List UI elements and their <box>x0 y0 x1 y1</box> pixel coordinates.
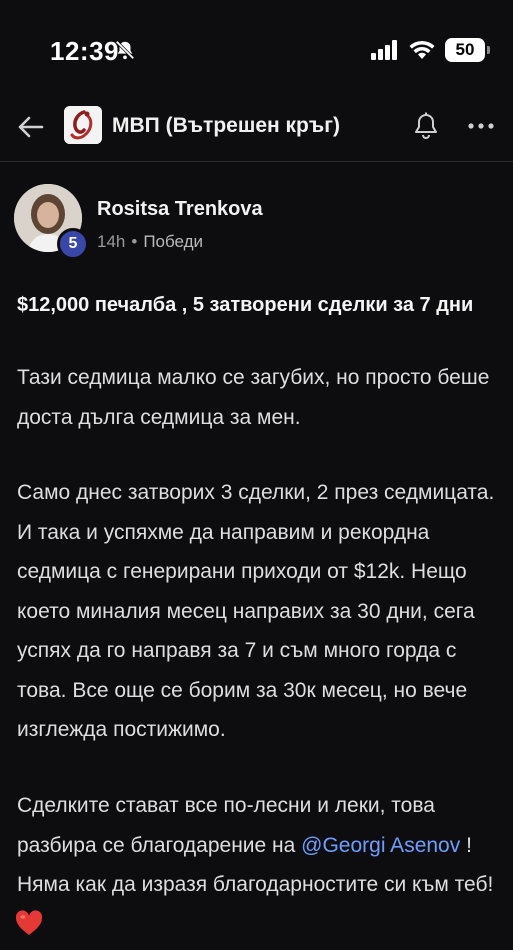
post-title: $12,000 печалба , 5 затворени сделки за … <box>17 294 474 316</box>
group-logo[interactable] <box>64 106 102 144</box>
status-bar: 12:39 50 <box>0 0 513 100</box>
status-time: 12:39 <box>50 36 119 66</box>
post-time: 14h <box>97 232 126 251</box>
meta-separator: • <box>131 232 138 251</box>
red-heart-icon <box>15 910 43 935</box>
more-options-button[interactable] <box>464 112 498 140</box>
back-button[interactable] <box>14 110 48 144</box>
more-horizontal-icon <box>468 123 494 129</box>
silent-bell-icon <box>115 40 135 60</box>
notifications-button[interactable] <box>410 110 442 142</box>
battery-indicator: 50 <box>445 38 490 62</box>
author-name[interactable]: Rositsa Trenkova <box>97 198 263 221</box>
post-paragraph-3: Сделките стават все по-лесни и леки, тов… <box>17 786 505 905</box>
post-paragraph-2: Само днес затворих 3 сделки, 2 през седм… <box>17 481 495 741</box>
status-indicators: 50 <box>371 38 490 62</box>
arrow-left-icon <box>18 116 44 138</box>
post-category[interactable]: Победи <box>143 232 203 252</box>
level-badge: 5 <box>57 228 89 260</box>
wifi-icon <box>409 40 435 59</box>
group-logo-icon <box>64 106 102 144</box>
post-paragraph-1: Тази седмица малко се загубих, но просто… <box>17 366 490 429</box>
cellular-signal-icon <box>371 40 397 60</box>
mention-link[interactable]: @Georgi Asenov <box>301 834 460 857</box>
group-header: МВП (Вътрешен кръг) <box>0 100 513 162</box>
bell-icon <box>415 112 437 139</box>
post-meta: 14h • Победи <box>97 232 203 252</box>
group-title: МВП (Вътрешен кръг) <box>112 114 340 137</box>
